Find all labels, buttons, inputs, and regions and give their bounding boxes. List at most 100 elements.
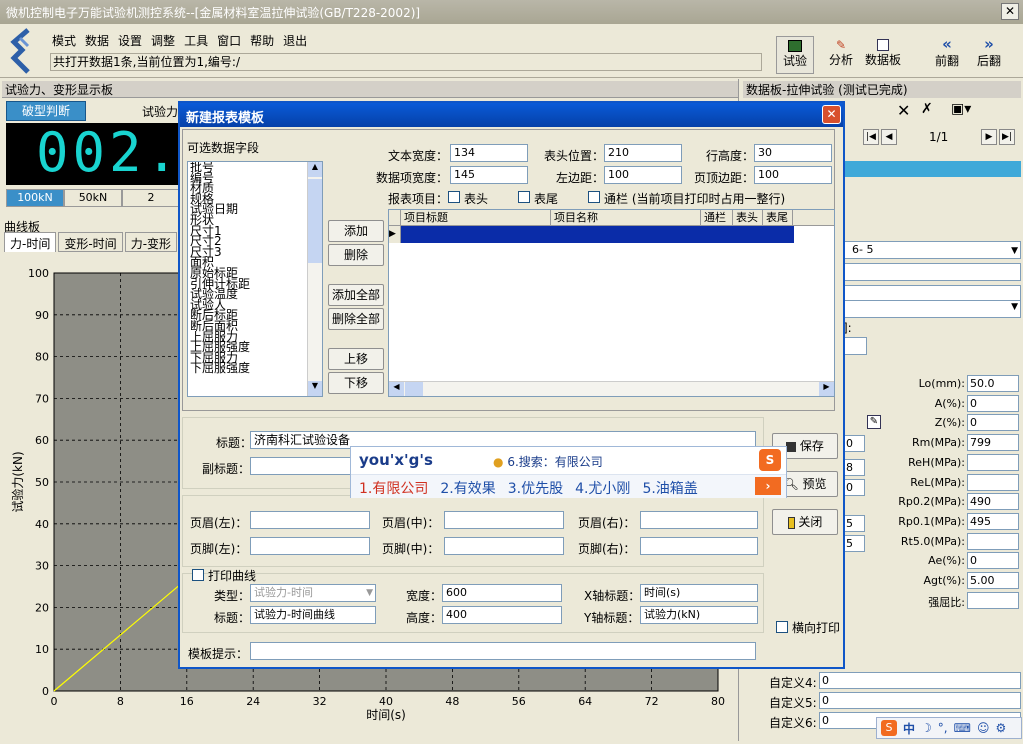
data-field-value[interactable]: 495 <box>967 512 1019 530</box>
dialog-close-button[interactable]: ✕ <box>822 105 841 124</box>
delete-icon[interactable]: ✕ <box>897 101 910 120</box>
scroll-right-arrow[interactable]: ▶ <box>819 382 834 396</box>
xaxis-title-field[interactable]: 时间(s) <box>640 584 758 602</box>
curve-title-field[interactable]: 试验力-时间曲线 <box>250 606 376 624</box>
menu-item[interactable]: 设置 <box>118 32 142 48</box>
grid-column-header[interactable]: 项目名称 <box>551 210 701 225</box>
yaxis-title-field[interactable]: 试验力(kN) <box>640 606 758 624</box>
data-field-value[interactable]: 5 <box>843 535 865 552</box>
data-field-value[interactable]: 0 <box>967 414 1019 432</box>
add-all-button[interactable]: 添加全部 <box>328 284 384 306</box>
data-field-value[interactable]: 5.00 <box>967 572 1019 589</box>
data-field-value[interactable]: 0 <box>843 435 865 452</box>
data-field-value[interactable] <box>967 453 1019 471</box>
selected-row-cells[interactable] <box>401 226 794 243</box>
grid-column-header[interactable]: 项目标题 <box>401 210 551 225</box>
toolbar-next-button[interactable]: » 后翻 <box>970 36 1008 74</box>
wrench-icon[interactable]: ⚙ <box>995 721 1006 735</box>
top-margin-field[interactable]: 100 <box>754 166 832 184</box>
toolbar-test-button[interactable]: 试验 <box>776 36 814 74</box>
field-blank-3[interactable] <box>843 337 867 355</box>
row-height-field[interactable]: 30 <box>754 144 832 162</box>
grid-column-header[interactable]: 表尾 <box>763 210 793 225</box>
grid-hscrollbar[interactable]: ◀ ▶ <box>389 381 834 396</box>
field-blank-1[interactable] <box>843 263 1021 281</box>
text-width-field[interactable]: 134 <box>450 144 528 162</box>
footer-middle-field[interactable] <box>444 537 564 555</box>
header-left-field[interactable] <box>250 511 370 529</box>
ime-candidate[interactable]: 3.优先股 <box>508 478 563 498</box>
delete-all-button[interactable]: 删除全部 <box>328 308 384 330</box>
data-field-value[interactable] <box>967 591 1019 609</box>
ime-candidate[interactable]: 4.尤小刚 <box>575 478 630 498</box>
data-field-value[interactable]: 50.0 <box>967 375 1019 392</box>
footer-left-field[interactable] <box>250 537 370 555</box>
edit-icon[interactable]: ✎ <box>867 415 881 429</box>
punctuation-icon[interactable]: °, <box>938 721 948 735</box>
menu-item[interactable]: 窗口 <box>217 32 241 48</box>
curve-type-select[interactable]: 试验力-时间 ▼ <box>250 584 376 602</box>
ime-candidate[interactable]: 5.油箱盖 <box>642 478 697 498</box>
footer-checkbox[interactable] <box>518 191 530 203</box>
grid-column-header[interactable]: 通栏 <box>701 210 733 225</box>
range-button[interactable]: 50kN <box>64 189 122 207</box>
toolbar-analysis-button[interactable]: ✎ 分析 <box>822 36 860 74</box>
next-page-button[interactable]: ▶ <box>981 129 997 145</box>
first-page-button[interactable]: |◀ <box>863 129 879 145</box>
print-curve-checkbox[interactable] <box>192 569 204 581</box>
print-icon[interactable]: ▣▾ <box>951 101 971 117</box>
add-button[interactable]: 添加 <box>328 220 384 242</box>
fields-list-scrollbar[interactable]: ▲ ▼ <box>307 162 322 396</box>
data-field-value[interactable]: 0 <box>967 552 1019 570</box>
header-pos-field[interactable]: 210 <box>604 144 682 162</box>
close-button[interactable]: 关闭 <box>772 509 838 535</box>
fields-list[interactable]: 批号 编号 材质 规格 试验日期 形状 尺寸1 尺寸2 尺寸3 面积 原始标距 引伸计标距 试验温度 试验… <box>187 161 323 397</box>
range-button[interactable]: 100kN <box>6 189 64 207</box>
ime-next-page-icon[interactable]: › <box>755 477 781 495</box>
ime-search[interactable]: ● 6.搜索：有限公司 <box>493 453 603 470</box>
clear-icon[interactable]: ✗ <box>921 101 933 117</box>
ime-candidate[interactable]: 1.有限公司 <box>359 478 428 498</box>
header-checkbox[interactable] <box>448 191 460 203</box>
landscape-checkbox[interactable] <box>776 621 788 633</box>
menu-item[interactable]: 帮助 <box>250 32 274 48</box>
item-width-field[interactable]: 145 <box>450 166 528 184</box>
grid-row[interactable]: ▶ <box>389 226 834 243</box>
data-field-value[interactable] <box>967 532 1019 550</box>
field-select-2[interactable]: ▼ <box>843 300 1021 318</box>
data-field-value[interactable] <box>967 473 1019 491</box>
custom-field-value[interactable]: 0 <box>819 692 1021 709</box>
data-field-value[interactable]: 490 <box>967 493 1019 511</box>
curve-tab[interactable]: 变形-时间 <box>58 232 123 252</box>
ime-candidate[interactable]: 2.有效果 <box>440 478 495 498</box>
moon-icon[interactable]: ☽ <box>921 721 932 735</box>
curve-tab[interactable]: 力-变形 <box>124 232 178 252</box>
scroll-thumb[interactable] <box>308 179 322 263</box>
user-icon[interactable]: ☺ <box>977 721 990 735</box>
delete-button[interactable]: 删除 <box>328 244 384 266</box>
menu-item[interactable]: 退出 <box>283 32 307 48</box>
toolbar-databoard-button[interactable]: 数据板 <box>862 36 904 74</box>
report-items-grid[interactable]: 项目标题 项目名称 通栏 表头 表尾 ▶ ◀ ▶ <box>388 209 835 397</box>
scroll-up-arrow[interactable]: ▲ <box>308 162 322 177</box>
move-up-button[interactable]: 上移 <box>328 348 384 370</box>
keyboard-icon[interactable]: ⌨ <box>954 721 971 735</box>
menu-item[interactable]: 调整 <box>151 32 175 48</box>
chinese-mode[interactable]: 中 <box>903 720 915 737</box>
menu-item[interactable]: 模式 <box>52 32 76 48</box>
break-judge-button[interactable]: 破型判断 <box>6 101 86 121</box>
scroll-down-arrow[interactable]: ▼ <box>308 381 322 396</box>
scroll-hthumb[interactable] <box>405 382 423 396</box>
data-field-value[interactable]: 5 <box>843 515 865 532</box>
custom-field-value[interactable]: 0 <box>819 672 1021 689</box>
data-field-value[interactable]: 0 <box>967 394 1019 412</box>
left-margin-field[interactable]: 100 <box>604 166 682 184</box>
footer-right-field[interactable] <box>640 537 758 555</box>
toolbar-prev-button[interactable]: « 前翻 <box>928 36 966 74</box>
menu-item[interactable]: 工具 <box>184 32 208 48</box>
range-button[interactable]: 2 <box>122 189 180 207</box>
menu-item[interactable]: 数据 <box>85 32 109 48</box>
span-checkbox[interactable] <box>588 191 600 203</box>
field-list-item[interactable]: 下屈服强度 <box>190 363 322 375</box>
curve-height-field[interactable]: 400 <box>442 606 562 624</box>
